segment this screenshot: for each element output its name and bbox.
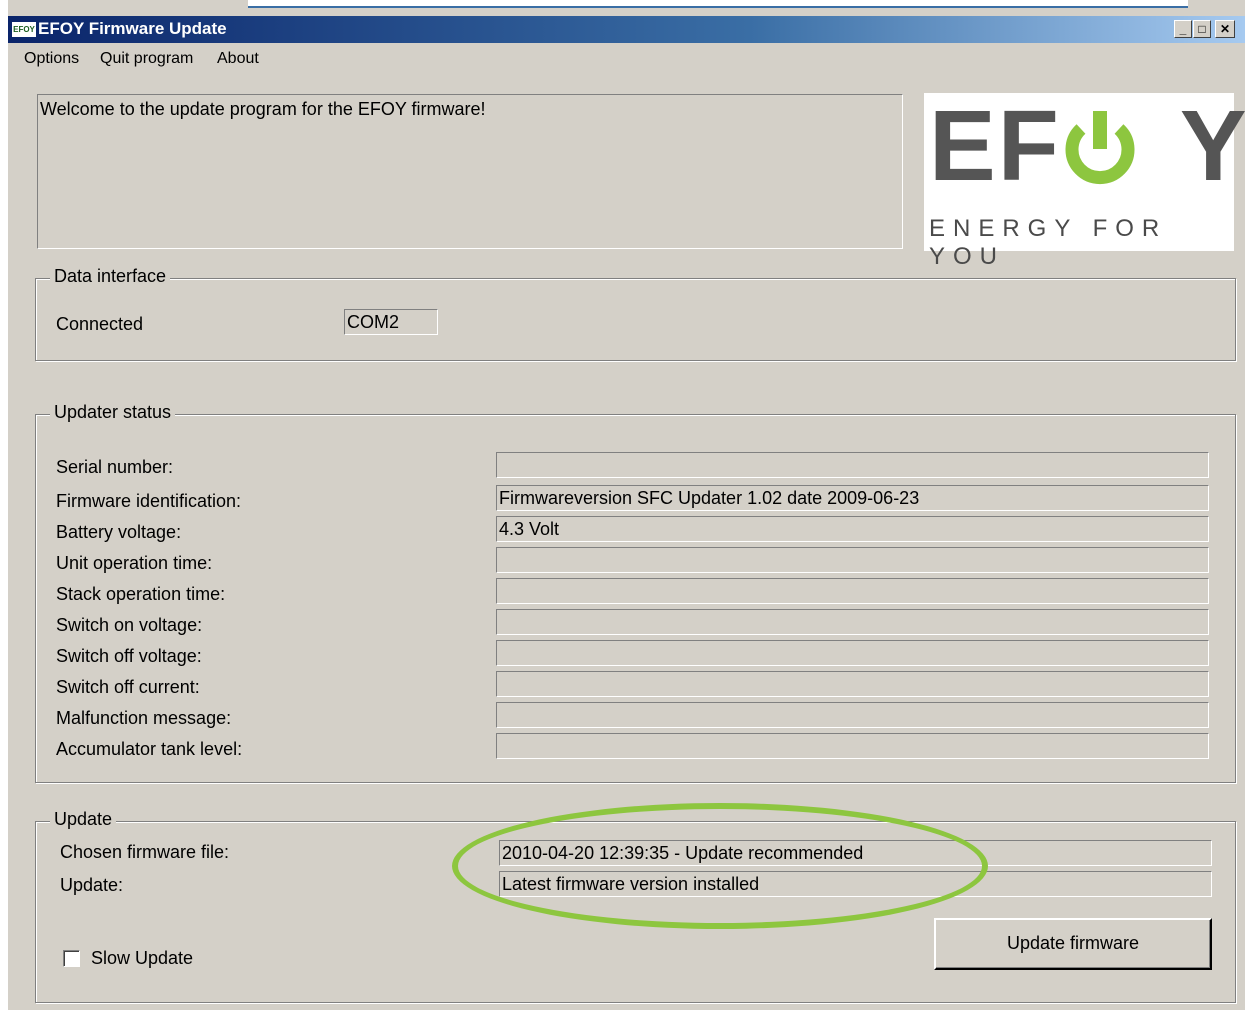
switch-on-voltage-label: Switch on voltage: xyxy=(56,615,203,635)
switch-off-voltage-label: Switch off voltage: xyxy=(56,646,202,666)
chosen-firmware-file-field: 2010-04-20 12:39:35 - Update recommended xyxy=(499,840,1212,866)
firmware-identification-field: Firmwareversion SFC Updater 1.02 date 20… xyxy=(496,485,1209,511)
connected-label: Connected xyxy=(56,314,144,334)
switch-on-voltage-field xyxy=(496,609,1209,635)
maximize-button[interactable]: □ xyxy=(1193,20,1211,38)
data-interface-group: Data interface Connected COM2 xyxy=(35,266,1236,361)
title-bar[interactable]: EFOY EFOY Firmware Update _ □ ✕ xyxy=(8,16,1245,43)
malfunction-message-label: Malfunction message: xyxy=(56,708,232,728)
switch-off-current-field xyxy=(496,671,1209,697)
accumulator-tank-level-field xyxy=(496,733,1209,759)
serial-number-field xyxy=(496,452,1209,478)
background-window-edge xyxy=(248,0,1188,8)
firmware-identification-label: Firmware identification: xyxy=(56,491,242,511)
com-port-field: COM2 xyxy=(344,309,438,335)
accumulator-tank-level-label: Accumulator tank level: xyxy=(56,739,243,759)
efoy-logo: EF Y ENERGY FOR YOU xyxy=(924,90,1245,270)
update-group: Update Chosen firmware file: 2010-04-20 … xyxy=(35,809,1236,1003)
logo-tagline: ENERGY FOR YOU xyxy=(929,215,1168,270)
malfunction-message-field xyxy=(496,702,1209,728)
slow-update-checkbox[interactable] xyxy=(63,950,80,967)
switch-off-voltage-field xyxy=(496,640,1209,666)
slow-update-label[interactable]: Slow Update xyxy=(91,948,193,969)
unit-operation-time-field xyxy=(496,547,1209,573)
stack-operation-time-label: Stack operation time: xyxy=(56,584,226,604)
data-interface-title: Data interface xyxy=(50,266,171,287)
battery-voltage-field: 4.3 Volt xyxy=(496,516,1209,542)
update-title: Update xyxy=(50,809,117,830)
update-label: Update: xyxy=(60,875,124,895)
window-title: EFOY Firmware Update xyxy=(38,19,227,38)
window-left-border xyxy=(0,0,8,1010)
menu-about[interactable]: About xyxy=(217,50,259,68)
menu-options[interactable]: Options xyxy=(24,50,79,68)
switch-off-current-label: Switch off current: xyxy=(56,677,200,697)
serial-number-label: Serial number: xyxy=(56,457,174,477)
menu-quit-program[interactable]: Quit program xyxy=(100,50,193,68)
close-button[interactable]: ✕ xyxy=(1215,20,1235,38)
battery-voltage-label: Battery voltage: xyxy=(56,522,182,542)
welcome-message-box: Welcome to the update program for the EF… xyxy=(37,94,903,249)
update-firmware-button[interactable]: Update firmware xyxy=(934,918,1212,970)
minimize-button[interactable]: _ xyxy=(1174,20,1192,38)
updater-status-title: Updater status xyxy=(50,402,176,423)
power-icon xyxy=(1065,111,1135,184)
welcome-message: Welcome to the update program for the EF… xyxy=(40,99,486,119)
unit-operation-time-label: Unit operation time: xyxy=(56,553,213,573)
app-icon: EFOY xyxy=(12,22,36,37)
chosen-firmware-file-label: Chosen firmware file: xyxy=(60,842,230,862)
update-status-field: Latest firmware version installed xyxy=(499,871,1212,897)
updater-status-group: Updater status Serial number: Firmware i… xyxy=(35,402,1236,783)
stack-operation-time-field xyxy=(496,578,1209,604)
